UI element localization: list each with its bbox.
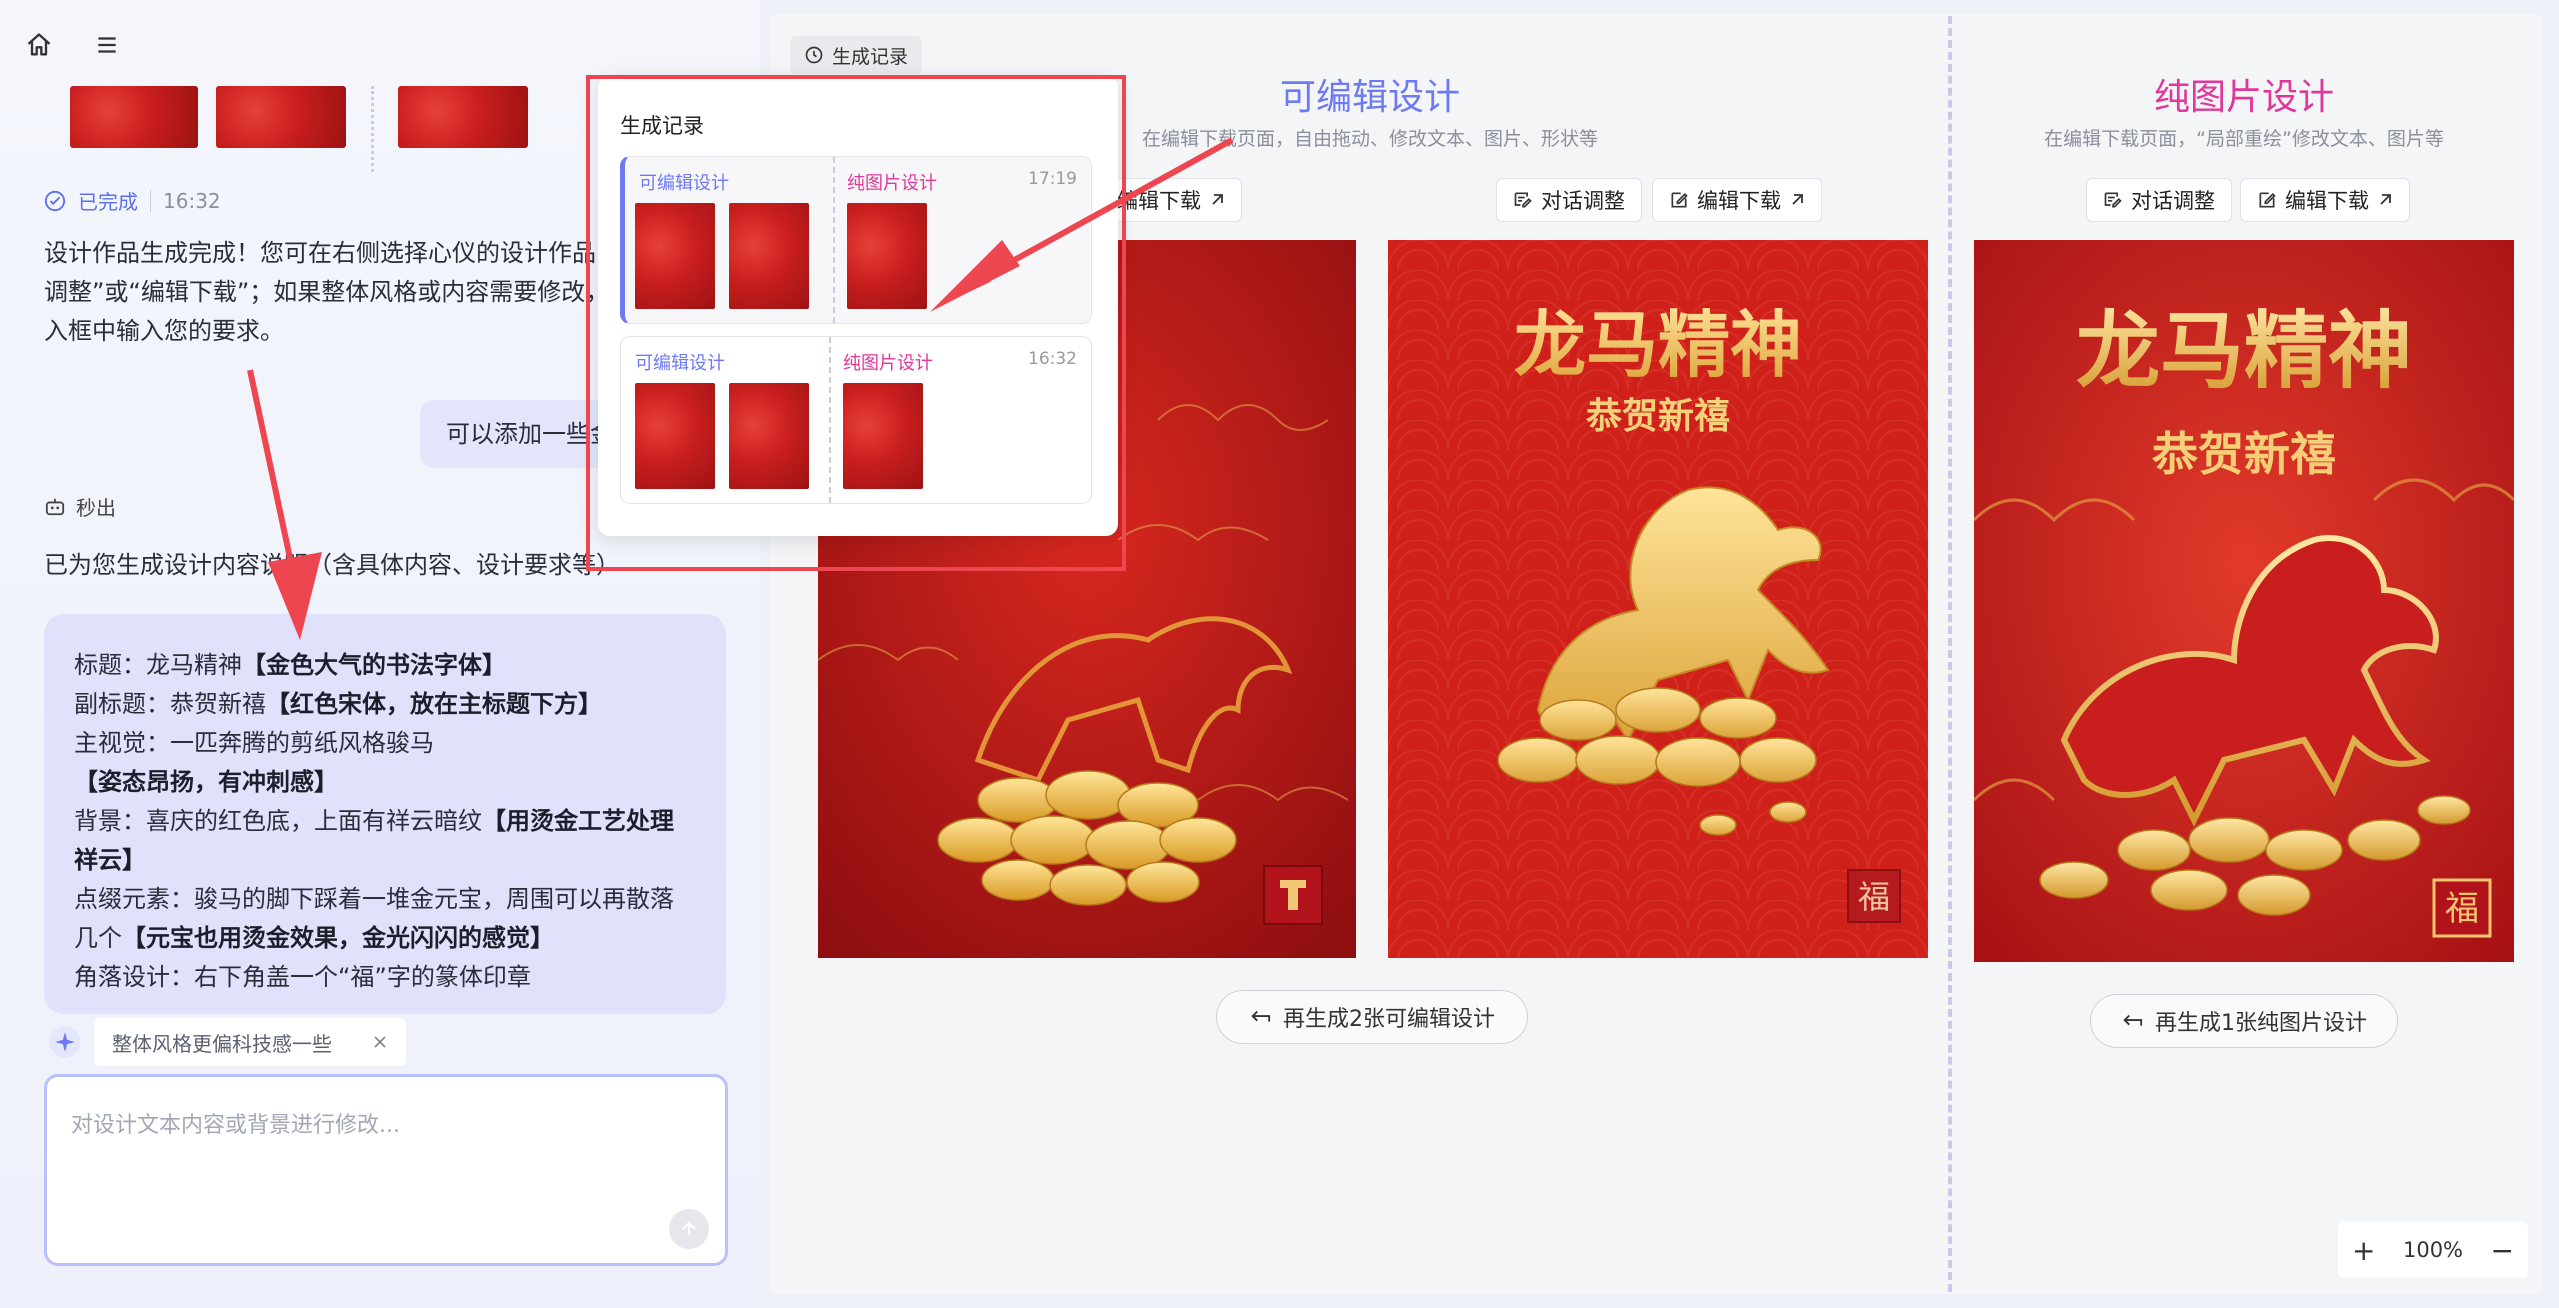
external-link-icon — [1212, 194, 1223, 205]
chat-edit-icon — [1514, 192, 1532, 208]
record-thumbnail[interactable] — [635, 203, 715, 309]
history-record[interactable]: 可编辑设计 纯图片设计 17:19 — [620, 156, 1092, 324]
record-time: 17:19 — [1028, 169, 1077, 189]
history-button[interactable]: 生成记录 — [790, 36, 923, 74]
zoom-in-button[interactable]: + — [2352, 1234, 2375, 1267]
return-arrow-icon — [1251, 1010, 1271, 1022]
regen-editable-label: 再生成2张可编辑设计 — [1283, 1007, 1495, 1032]
status-label: 已完成 — [78, 190, 138, 214]
poster-title: 龙马精神 — [1514, 302, 1802, 387]
status-row: 已完成 16:32 — [44, 186, 221, 215]
download-label: 编辑下载 — [2285, 189, 2369, 213]
message-line: 调整”或“编辑下载”；如果整体风格或内容需要修改， — [44, 278, 610, 306]
spec-line: 标题：龙马精神【金色大气的书法字体】 — [74, 651, 506, 679]
download-button[interactable]: 编辑下载 — [2240, 178, 2410, 222]
record-thumbnail[interactable] — [843, 383, 923, 489]
record-thumbnail[interactable] — [635, 383, 715, 489]
record-divider — [829, 337, 831, 503]
poster-seal: 福 — [2445, 889, 2479, 929]
menu-icon[interactable] — [90, 28, 124, 62]
zoom-out-button[interactable]: − — [2491, 1234, 2514, 1267]
result-thumbnail[interactable] — [70, 86, 198, 148]
message-line: 设计作品生成完成！您可在右侧选择心仪的设计作品 — [44, 239, 596, 267]
zoom-control: + 100% − — [2338, 1222, 2528, 1278]
record-thumbnail[interactable] — [847, 203, 927, 309]
history-button-label: 生成记录 — [832, 45, 909, 68]
section-divider — [1948, 16, 1952, 1292]
clock-icon — [805, 46, 823, 64]
spec-line: 副标题：恭贺新禧【红色宋体，放在主标题下方】 — [74, 690, 602, 718]
record-pure-label: 纯图片设计 — [847, 173, 937, 194]
check-circle-icon — [44, 190, 66, 211]
spec-line: 角落设计：右下角盖一个“福”字的篆体印章 — [74, 963, 531, 991]
download-label: 编辑下载 — [1117, 189, 1201, 213]
external-link-icon — [1792, 194, 1803, 205]
ai-status-row: 秒出 — [44, 492, 116, 521]
regen-editable-button[interactable]: 再生成2张可编辑设计 — [1216, 990, 1528, 1044]
close-icon[interactable] — [372, 1034, 388, 1050]
poster-editable-2[interactable]: 龙马精神 恭贺新禧 福 — [1388, 240, 1928, 958]
chat-adjust-button[interactable]: 对话调整 — [2086, 178, 2232, 222]
regen-pure-button[interactable]: 再生成1张纯图片设计 — [2090, 994, 2398, 1048]
record-pure-label: 纯图片设计 — [843, 353, 933, 374]
record-editable-label: 可编辑设计 — [639, 173, 729, 194]
record-thumbnail[interactable] — [729, 383, 809, 489]
edit-icon — [1671, 192, 1688, 208]
return-arrow-icon — [2123, 1014, 2143, 1026]
result-thumbnail[interactable] — [216, 86, 346, 148]
pure-section-subtitle: 在编辑下载页面，“局部重绘”修改文本、图片等 — [2044, 128, 2444, 150]
download-label: 编辑下载 — [1697, 189, 1781, 213]
poster-pure-1[interactable]: 龙马精神 恭贺新禧 福 — [1974, 240, 2514, 962]
message-line: 入框中输入您的要求。 — [44, 317, 284, 345]
record-editable-label: 可编辑设计 — [635, 353, 725, 374]
status-separator — [150, 189, 151, 212]
status-time: 16:32 — [163, 188, 221, 213]
regen-pure-label: 再生成1张纯图片设计 — [2155, 1011, 2367, 1036]
record-time: 16:32 — [1028, 349, 1077, 369]
spec-box: 标题：龙马精神【金色大气的书法字体】 副标题：恭贺新禧【红色宋体，放在主标题下方… — [44, 614, 726, 1014]
prompt-placeholder: 对设计文本内容或背景进行修改... — [71, 1113, 400, 1138]
chat-adjust-label: 对话调整 — [2131, 189, 2215, 213]
spec-line: 背景：喜庆的红色底，上面有祥云暗纹【用烫金工艺处理祥云】 — [74, 807, 674, 874]
editable-section-subtitle: 在编辑下载页面，自由拖动、修改文本、图片、形状等 — [1141, 128, 1598, 150]
poster-subtitle: 恭贺新禧 — [1585, 395, 1730, 437]
poster-title: 龙马精神 — [2076, 301, 2412, 400]
history-record[interactable]: 可编辑设计 纯图片设计 16:32 — [620, 336, 1092, 504]
edit-icon — [2259, 192, 2276, 208]
zoom-level: 100% — [2402, 1238, 2464, 1262]
editable-section-title: 可编辑设计 — [1279, 77, 1460, 118]
prompt-input[interactable]: 对设计文本内容或背景进行修改... — [44, 1074, 728, 1266]
pure-section-title: 纯图片设计 — [2153, 77, 2334, 118]
send-button[interactable] — [669, 1209, 709, 1249]
spec-line: 主视觉：一匹奔腾的剪纸风格骏马【姿态昂扬，有冲刺感】 — [74, 729, 434, 796]
download-button[interactable]: 编辑下载 — [1652, 178, 1822, 222]
suggestion-chip[interactable]: 整体风格更偏科技感一些 — [94, 1018, 406, 1066]
poster-subtitle: 恭贺新禧 — [2151, 427, 2336, 481]
chat-edit-icon — [2104, 192, 2122, 208]
thumb-divider — [371, 86, 374, 172]
record-thumbnail[interactable] — [729, 203, 809, 309]
robot-icon — [45, 498, 65, 515]
popup-title: 生成记录 — [620, 114, 704, 138]
chat-adjust-label: 对话调整 — [1541, 189, 1625, 213]
poster-seal: 福 — [1858, 878, 1890, 916]
arrow-up-icon — [682, 1221, 696, 1235]
suggestion-text: 整体风格更偏科技感一些 — [112, 1031, 332, 1056]
spec-line: 点缀元素：骏马的脚下踩着一堆金元宝，周围可以再散落几个【元宝也用烫金效果，金光闪… — [74, 885, 674, 952]
assistant-message: 设计作品生成完成！您可在右侧选择心仪的设计作品 调整”或“编辑下载”；如果整体风… — [44, 234, 609, 351]
result-thumbnail[interactable] — [398, 86, 528, 148]
suggestion-row: 整体风格更偏科技感一些 — [48, 1018, 406, 1066]
download-button[interactable]: 编辑下载 — [1100, 178, 1242, 222]
history-popup: 生成记录 可编辑设计 纯图片设计 17:19 可编辑设计 纯图片设计 16:32 — [598, 76, 1118, 536]
external-link-icon — [2380, 194, 2391, 205]
home-icon[interactable] — [22, 28, 56, 62]
record-divider — [833, 157, 835, 323]
ai-status-label: 秒出 — [76, 496, 116, 520]
chat-adjust-button[interactable]: 对话调整 — [1496, 178, 1642, 222]
ai-intro: 已为您生成设计内容说明（含具体内容、设计要求等） — [44, 551, 620, 579]
sparkle-icon — [49, 1026, 81, 1058]
